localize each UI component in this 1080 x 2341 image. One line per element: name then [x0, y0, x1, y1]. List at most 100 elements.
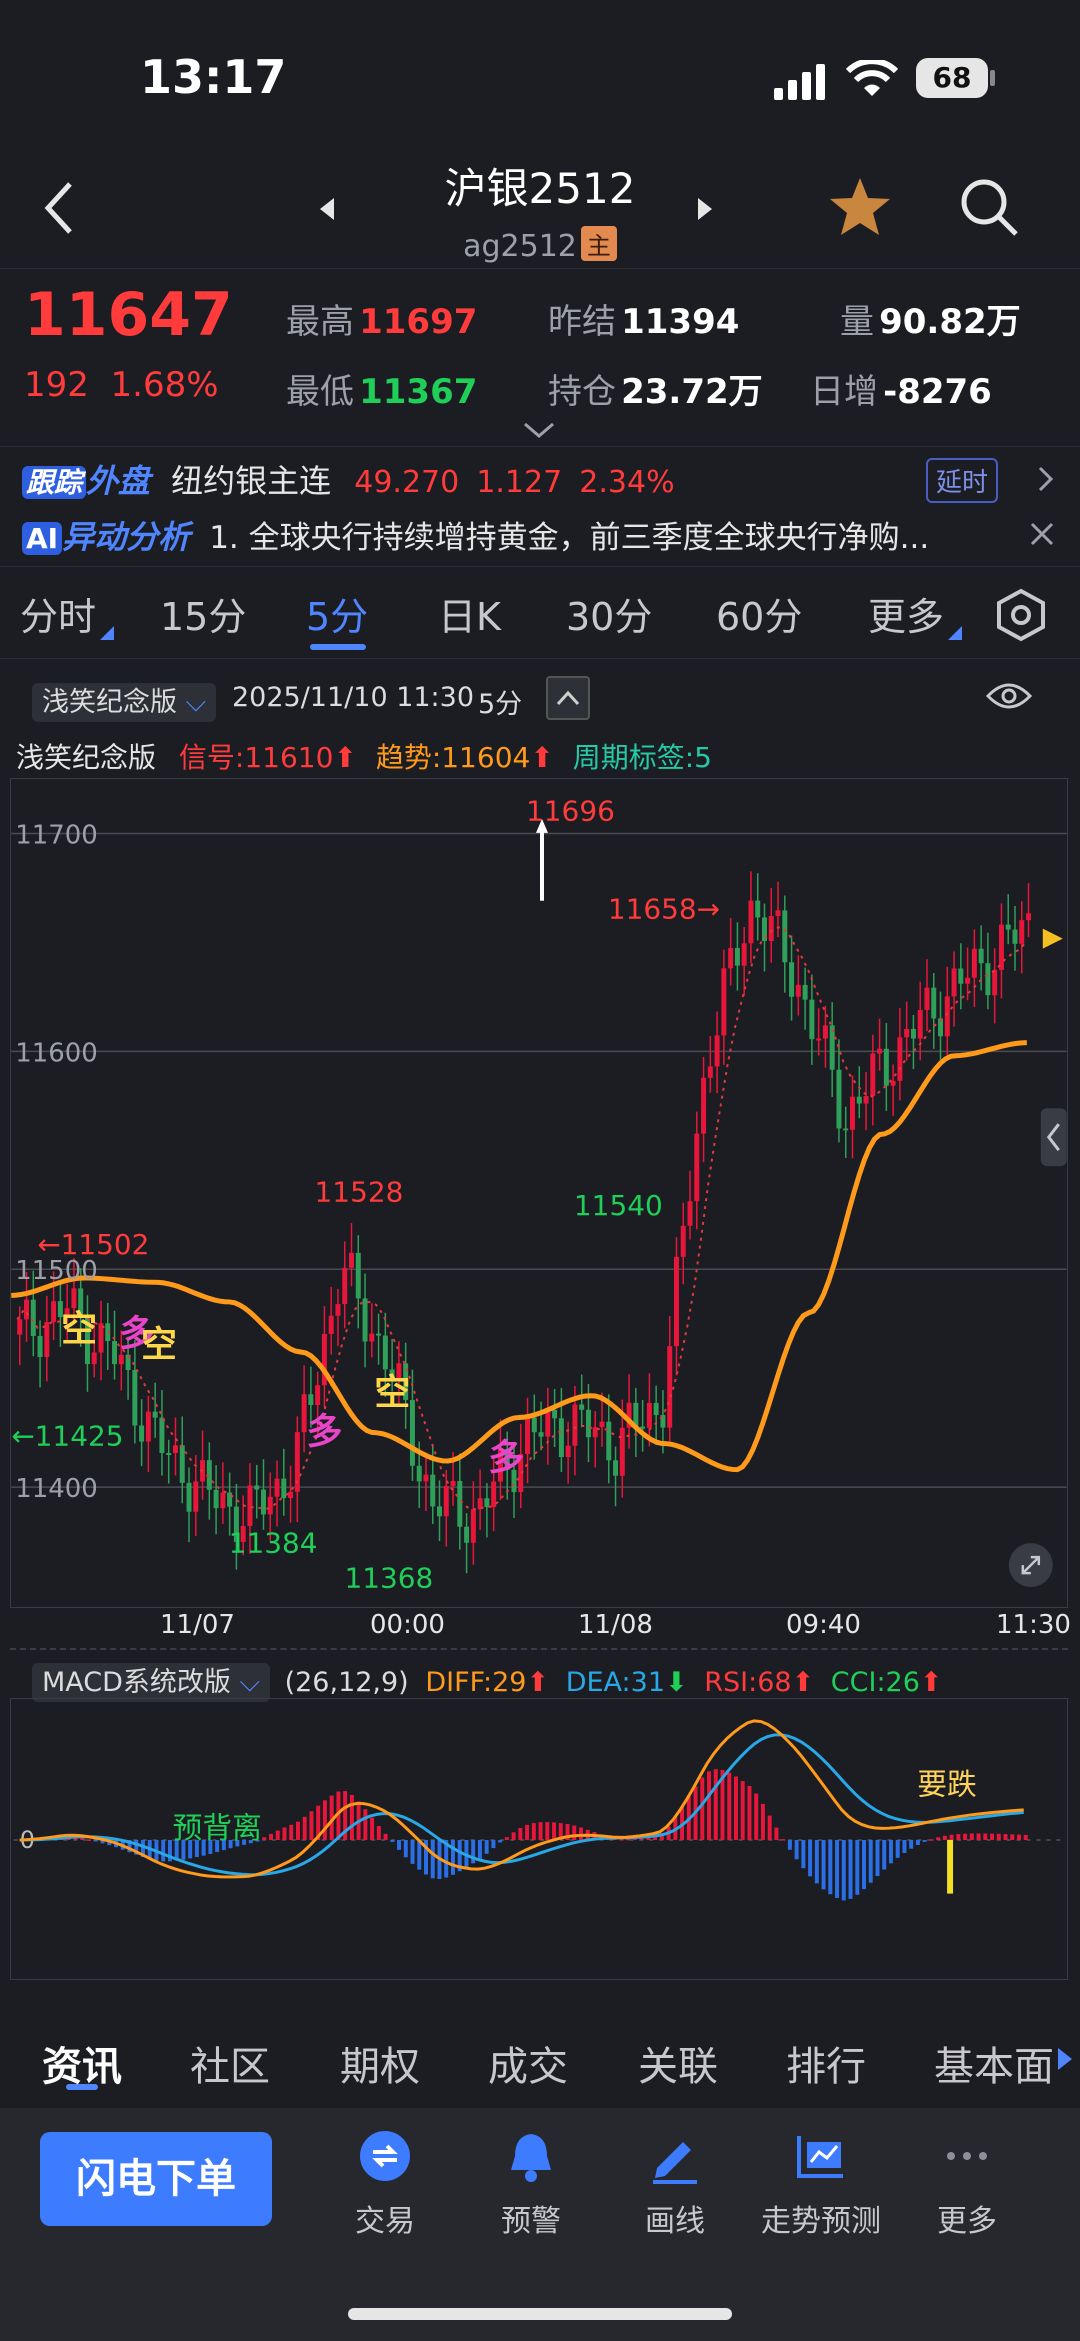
macd-chart[interactable]: 0 预背离 要跌: [10, 1698, 1068, 1980]
candle-body: [809, 999, 815, 1040]
flash-order-button[interactable]: 闪电下单: [40, 2132, 272, 2226]
candle-body: [768, 916, 774, 942]
macd-bar: [289, 1824, 294, 1840]
active-bottom-tab-underline: [66, 2084, 98, 2090]
tab-options[interactable]: 期权: [340, 2034, 420, 2092]
trade-icon: [360, 2131, 410, 2181]
candle-body: [260, 1489, 266, 1515]
version-selector-label: 浅笑纪念版: [42, 687, 177, 718]
low-value: 11367: [359, 372, 478, 412]
candle-body: [992, 969, 998, 996]
macd-bar: [161, 1839, 166, 1862]
macd-bar: [1003, 1834, 1008, 1840]
arrow-up-icon: ⬆: [919, 1667, 943, 1698]
macd-bar: [747, 1785, 752, 1840]
open-interest-field: 持仓 23.72万: [548, 364, 763, 413]
mid-high-annotation: 11528: [315, 1176, 404, 1209]
trend-forecast-button[interactable]: 走势预测: [746, 2128, 896, 2240]
tab-15min[interactable]: 15分: [160, 586, 246, 641]
candle-body: [931, 987, 937, 1019]
chart-datetime: 2025/11/10 11:30: [232, 682, 475, 713]
will-fall-label: 要跌: [917, 1767, 977, 1802]
macd-bar: [990, 1833, 995, 1840]
battery-icon: 68: [916, 58, 988, 98]
macd-bar: [376, 1825, 381, 1840]
tab-fundamentals[interactable]: 基本面: [934, 2034, 1054, 2092]
candle-body: [653, 1402, 659, 1416]
search-icon[interactable]: [958, 176, 1020, 238]
macd-bar: [949, 1834, 954, 1840]
next-contract-icon[interactable]: [694, 196, 716, 222]
macd-bar: [322, 1800, 327, 1840]
candle-body: [619, 1427, 625, 1476]
tab-daily[interactable]: 日K: [438, 586, 501, 641]
alert-button[interactable]: 预警: [456, 2128, 606, 2240]
eye-icon[interactable]: [986, 680, 1032, 712]
candle-body: [741, 943, 747, 966]
close-icon[interactable]: [1028, 520, 1056, 548]
macd-bar: [450, 1839, 455, 1875]
change-value: 192: [24, 365, 89, 405]
expand-chevron-icon[interactable]: [522, 420, 556, 440]
high-annotation: 11696: [526, 794, 615, 827]
tracking-price: 49.270: [354, 465, 460, 500]
candle-body: [599, 1421, 605, 1428]
candle-body: [673, 1256, 679, 1347]
low2-annotation: 11368: [344, 1561, 433, 1594]
bottom-tabs: 资讯 社区 期权 成交 关联 排行 基本面: [0, 2010, 1080, 2108]
version-selector[interactable]: 浅笑纪念版 ⌵: [32, 680, 217, 722]
macd-bar: [983, 1833, 988, 1840]
tab-60min[interactable]: 60分: [716, 586, 802, 641]
tab-community[interactable]: 社区: [190, 2034, 270, 2092]
chevron-right-icon[interactable]: [1036, 464, 1056, 494]
favorite-star-icon[interactable]: [828, 176, 892, 238]
macd-bar: [996, 1833, 1001, 1840]
candle-body: [274, 1478, 280, 1497]
macd-bar: [781, 1839, 786, 1841]
candle-body: [789, 962, 795, 997]
candle-body: [267, 1496, 273, 1515]
signal-label: 空: [141, 1324, 177, 1365]
side-panel-handle[interactable]: [1040, 1108, 1067, 1167]
candle-body: [694, 1133, 700, 1202]
macd-bar: [309, 1811, 314, 1840]
candle-body: [640, 1426, 646, 1429]
status-time: 13:17: [140, 50, 287, 104]
trade-button[interactable]: 交易: [310, 2128, 460, 2240]
candlestick-chart[interactable]: 11700116001150011400 1169611658→←11502←1…: [10, 778, 1068, 1608]
tab-5min[interactable]: 5分: [306, 586, 368, 641]
tab-related[interactable]: 关联: [638, 2034, 718, 2092]
tab-trades[interactable]: 成交: [488, 2034, 568, 2092]
candle-body: [71, 1288, 77, 1309]
y-tick-label: 11400: [15, 1474, 97, 1504]
tab-fenshi[interactable]: 分时: [20, 586, 96, 641]
macd-bar: [302, 1816, 307, 1840]
tab-ranking[interactable]: 排行: [786, 2034, 866, 2092]
draw-line-button[interactable]: 画线: [600, 2128, 750, 2240]
candle-body: [565, 1445, 571, 1458]
candle-body: [172, 1445, 178, 1454]
settings-hex-icon[interactable]: [994, 588, 1048, 642]
candles: [17, 871, 1032, 1574]
macd-selector[interactable]: MACD系统改版 ⌵: [32, 1663, 270, 1702]
candle-body: [558, 1418, 564, 1458]
candle-body: [376, 1333, 382, 1336]
tab-more[interactable]: 更多: [868, 586, 944, 641]
candle-body: [464, 1526, 470, 1543]
ai-analysis-row[interactable]: AI 异动分析 1. 全球央行持续增持黄金，前三季度全球央行净购...: [22, 512, 982, 558]
scroll-right-icon[interactable]: [1056, 2046, 1074, 2072]
battery-tip: [990, 70, 995, 86]
more-button[interactable]: 更多: [892, 2128, 1042, 2240]
collapse-button[interactable]: [546, 676, 590, 720]
macd-bar: [87, 1839, 92, 1841]
tab-30min[interactable]: 30分: [566, 586, 652, 641]
last-price: 11647: [24, 280, 233, 350]
macd-params: (26,12,9): [284, 1667, 409, 1698]
tab-more-dropdown-icon: [948, 626, 962, 640]
candle-body: [965, 977, 971, 984]
tracking-pct: 2.34%: [579, 465, 675, 500]
candle-body: [572, 1404, 578, 1446]
candle-body: [701, 1077, 707, 1134]
tracking-row[interactable]: 跟踪 外盘 纽约银主连 49.270 1.127 2.34%: [22, 456, 675, 502]
macd-bar: [841, 1839, 846, 1901]
